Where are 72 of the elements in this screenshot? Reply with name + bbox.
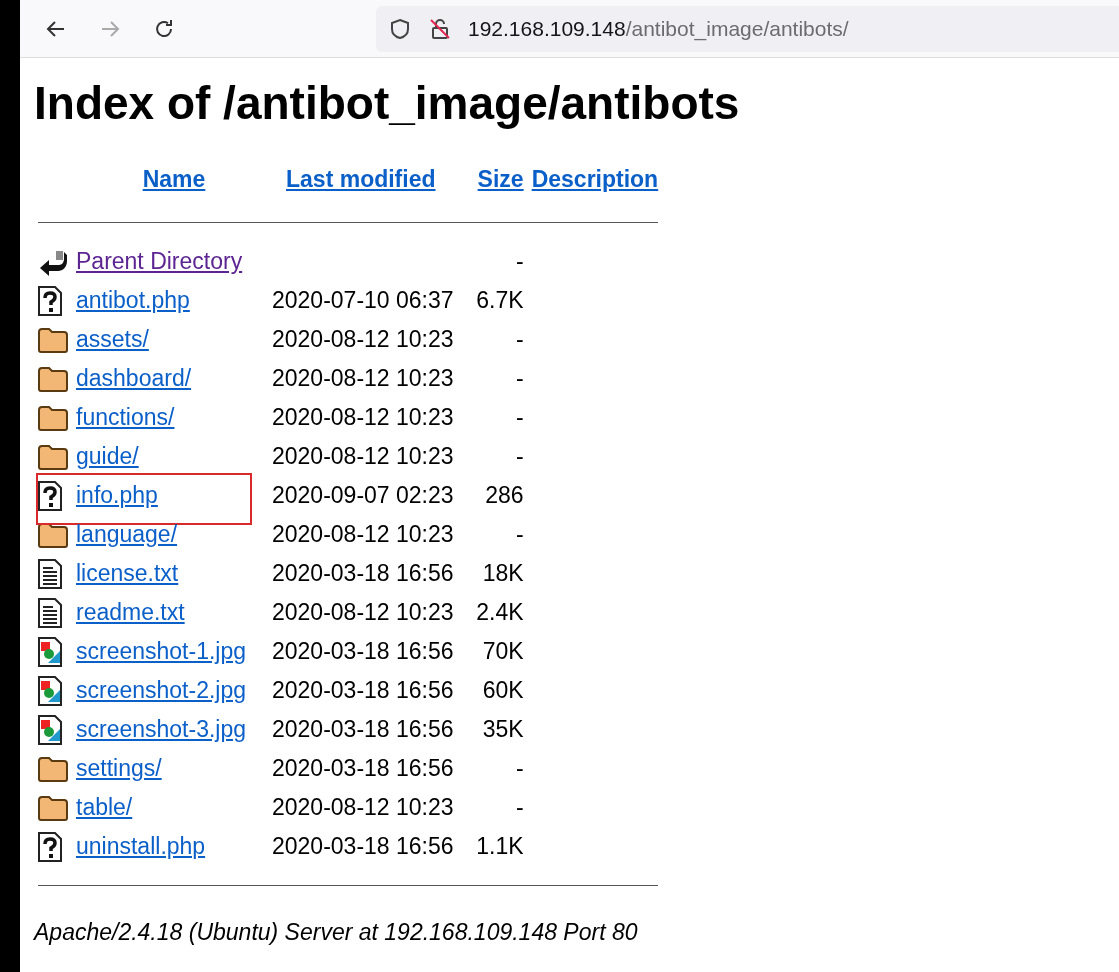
- modified-date: 2020-08-12 10:23: [272, 404, 454, 430]
- file-size: 1.1K: [476, 833, 524, 859]
- modified-date: 2020-03-18 16:56: [272, 638, 454, 664]
- modified-date: 2020-08-12 10:23: [272, 326, 454, 352]
- file-size: 6.7K: [476, 287, 524, 313]
- image-file-icon: [38, 675, 62, 706]
- text-file-icon: [38, 597, 62, 628]
- modified-date: 2020-03-18 16:56: [272, 560, 454, 586]
- url-path: /antibot_image/antibots/: [625, 16, 849, 41]
- file-size: -: [515, 326, 524, 352]
- page-title: Index of /antibot_image/antibots: [34, 76, 741, 130]
- modified-date: 2020-03-18 16:56: [272, 716, 454, 742]
- file-link[interactable]: info.php: [76, 482, 158, 508]
- file-size: -: [515, 794, 524, 820]
- text-file-icon: [38, 558, 62, 589]
- modified-date: 2020-03-18 16:56: [272, 833, 454, 859]
- modified-date: 2020-07-10 06:37: [272, 287, 454, 313]
- modified-date: 2020-08-12 10:23: [272, 599, 454, 625]
- file-size: -: [515, 443, 524, 469]
- file-link[interactable]: Parent Directory: [76, 248, 243, 274]
- server-signature: Apache/2.4.18 (Ubuntu) Server at 192.168.109.148 Port 80: [34, 919, 639, 946]
- column-header-link[interactable]: Last modified: [286, 166, 436, 192]
- unknown-file-icon: [38, 831, 62, 862]
- file-size: -: [515, 365, 524, 391]
- folder-icon: [38, 794, 68, 821]
- insecure-lock-icon[interactable]: [428, 16, 452, 41]
- file-link[interactable]: table/: [76, 794, 133, 820]
- file-link[interactable]: settings/: [76, 755, 162, 781]
- modified-date: 2020-08-12 10:23: [272, 443, 454, 469]
- file-size: 286: [485, 482, 524, 508]
- modified-date: 2020-08-12 10:23: [272, 794, 454, 820]
- file-link[interactable]: language/: [76, 521, 178, 547]
- column-header-link[interactable]: Description: [531, 166, 659, 192]
- image-file-icon: [38, 636, 62, 667]
- folder-icon: [38, 443, 68, 470]
- url-host: 192.168.109.148: [468, 16, 626, 40]
- folder-icon: [38, 404, 68, 431]
- modified-date: 2020-03-18 16:56: [272, 755, 454, 781]
- file-link[interactable]: screenshot-3.jpg: [76, 716, 247, 742]
- file-size: 2.4K: [476, 599, 524, 625]
- address-bar[interactable]: 192.168.109.148/antibot_image/antibots/: [376, 5, 1119, 52]
- file-link[interactable]: antibot.php: [76, 287, 190, 313]
- unknown-file-icon: [38, 285, 62, 316]
- modified-date: 2020-09-07 02:23: [272, 482, 454, 508]
- modified-date: 2020-08-12 10:23: [272, 521, 454, 547]
- shield-icon[interactable]: [388, 16, 412, 41]
- modified-date: 2020-03-18 16:56: [272, 677, 454, 703]
- column-header-link[interactable]: Name: [142, 166, 206, 192]
- folder-icon: [38, 365, 68, 392]
- file-size: 60K: [482, 677, 524, 703]
- file-size: -: [515, 248, 524, 274]
- image-file-icon: [38, 714, 62, 745]
- file-link[interactable]: readme.txt: [76, 599, 185, 625]
- modified-date: 2020-08-12 10:23: [272, 365, 454, 391]
- file-link[interactable]: screenshot-2.jpg: [76, 677, 247, 703]
- file-link[interactable]: guide/: [76, 443, 139, 469]
- file-link[interactable]: license.txt: [76, 560, 179, 586]
- file-size: 70K: [482, 638, 524, 664]
- file-link[interactable]: uninstall.php: [76, 833, 206, 859]
- unknown-file-icon: [38, 480, 62, 511]
- file-link[interactable]: assets/: [76, 326, 149, 352]
- file-link[interactable]: dashboard/: [76, 365, 192, 391]
- file-size: -: [515, 404, 524, 430]
- file-link[interactable]: screenshot-1.jpg: [76, 638, 247, 664]
- column-header-link[interactable]: Size: [477, 166, 524, 192]
- file-size: 35K: [482, 716, 524, 742]
- folder-icon: [38, 755, 68, 782]
- file-link[interactable]: functions/: [76, 404, 175, 430]
- file-size: 18K: [482, 560, 524, 586]
- file-size: -: [515, 755, 524, 781]
- folder-icon: [38, 326, 68, 353]
- file-size: -: [515, 521, 524, 547]
